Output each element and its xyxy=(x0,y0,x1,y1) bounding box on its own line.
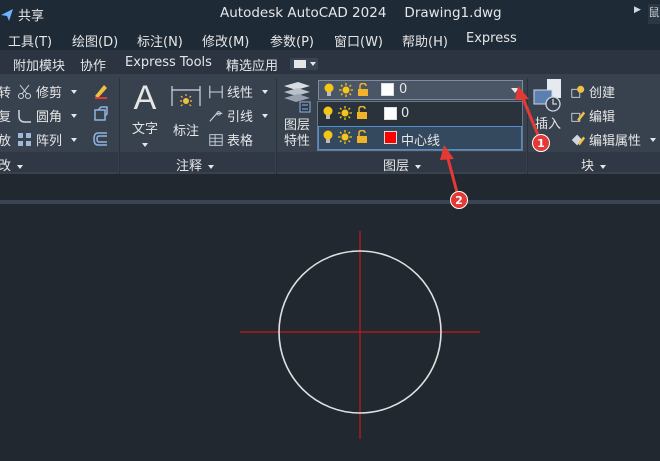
callout-arrows xyxy=(440,86,542,197)
callout-arrow-2 xyxy=(440,145,460,197)
callout-badge-1: 1 xyxy=(532,134,550,152)
callout-arrow-1 xyxy=(515,86,542,141)
callout-badge-2: 2 xyxy=(450,191,468,209)
